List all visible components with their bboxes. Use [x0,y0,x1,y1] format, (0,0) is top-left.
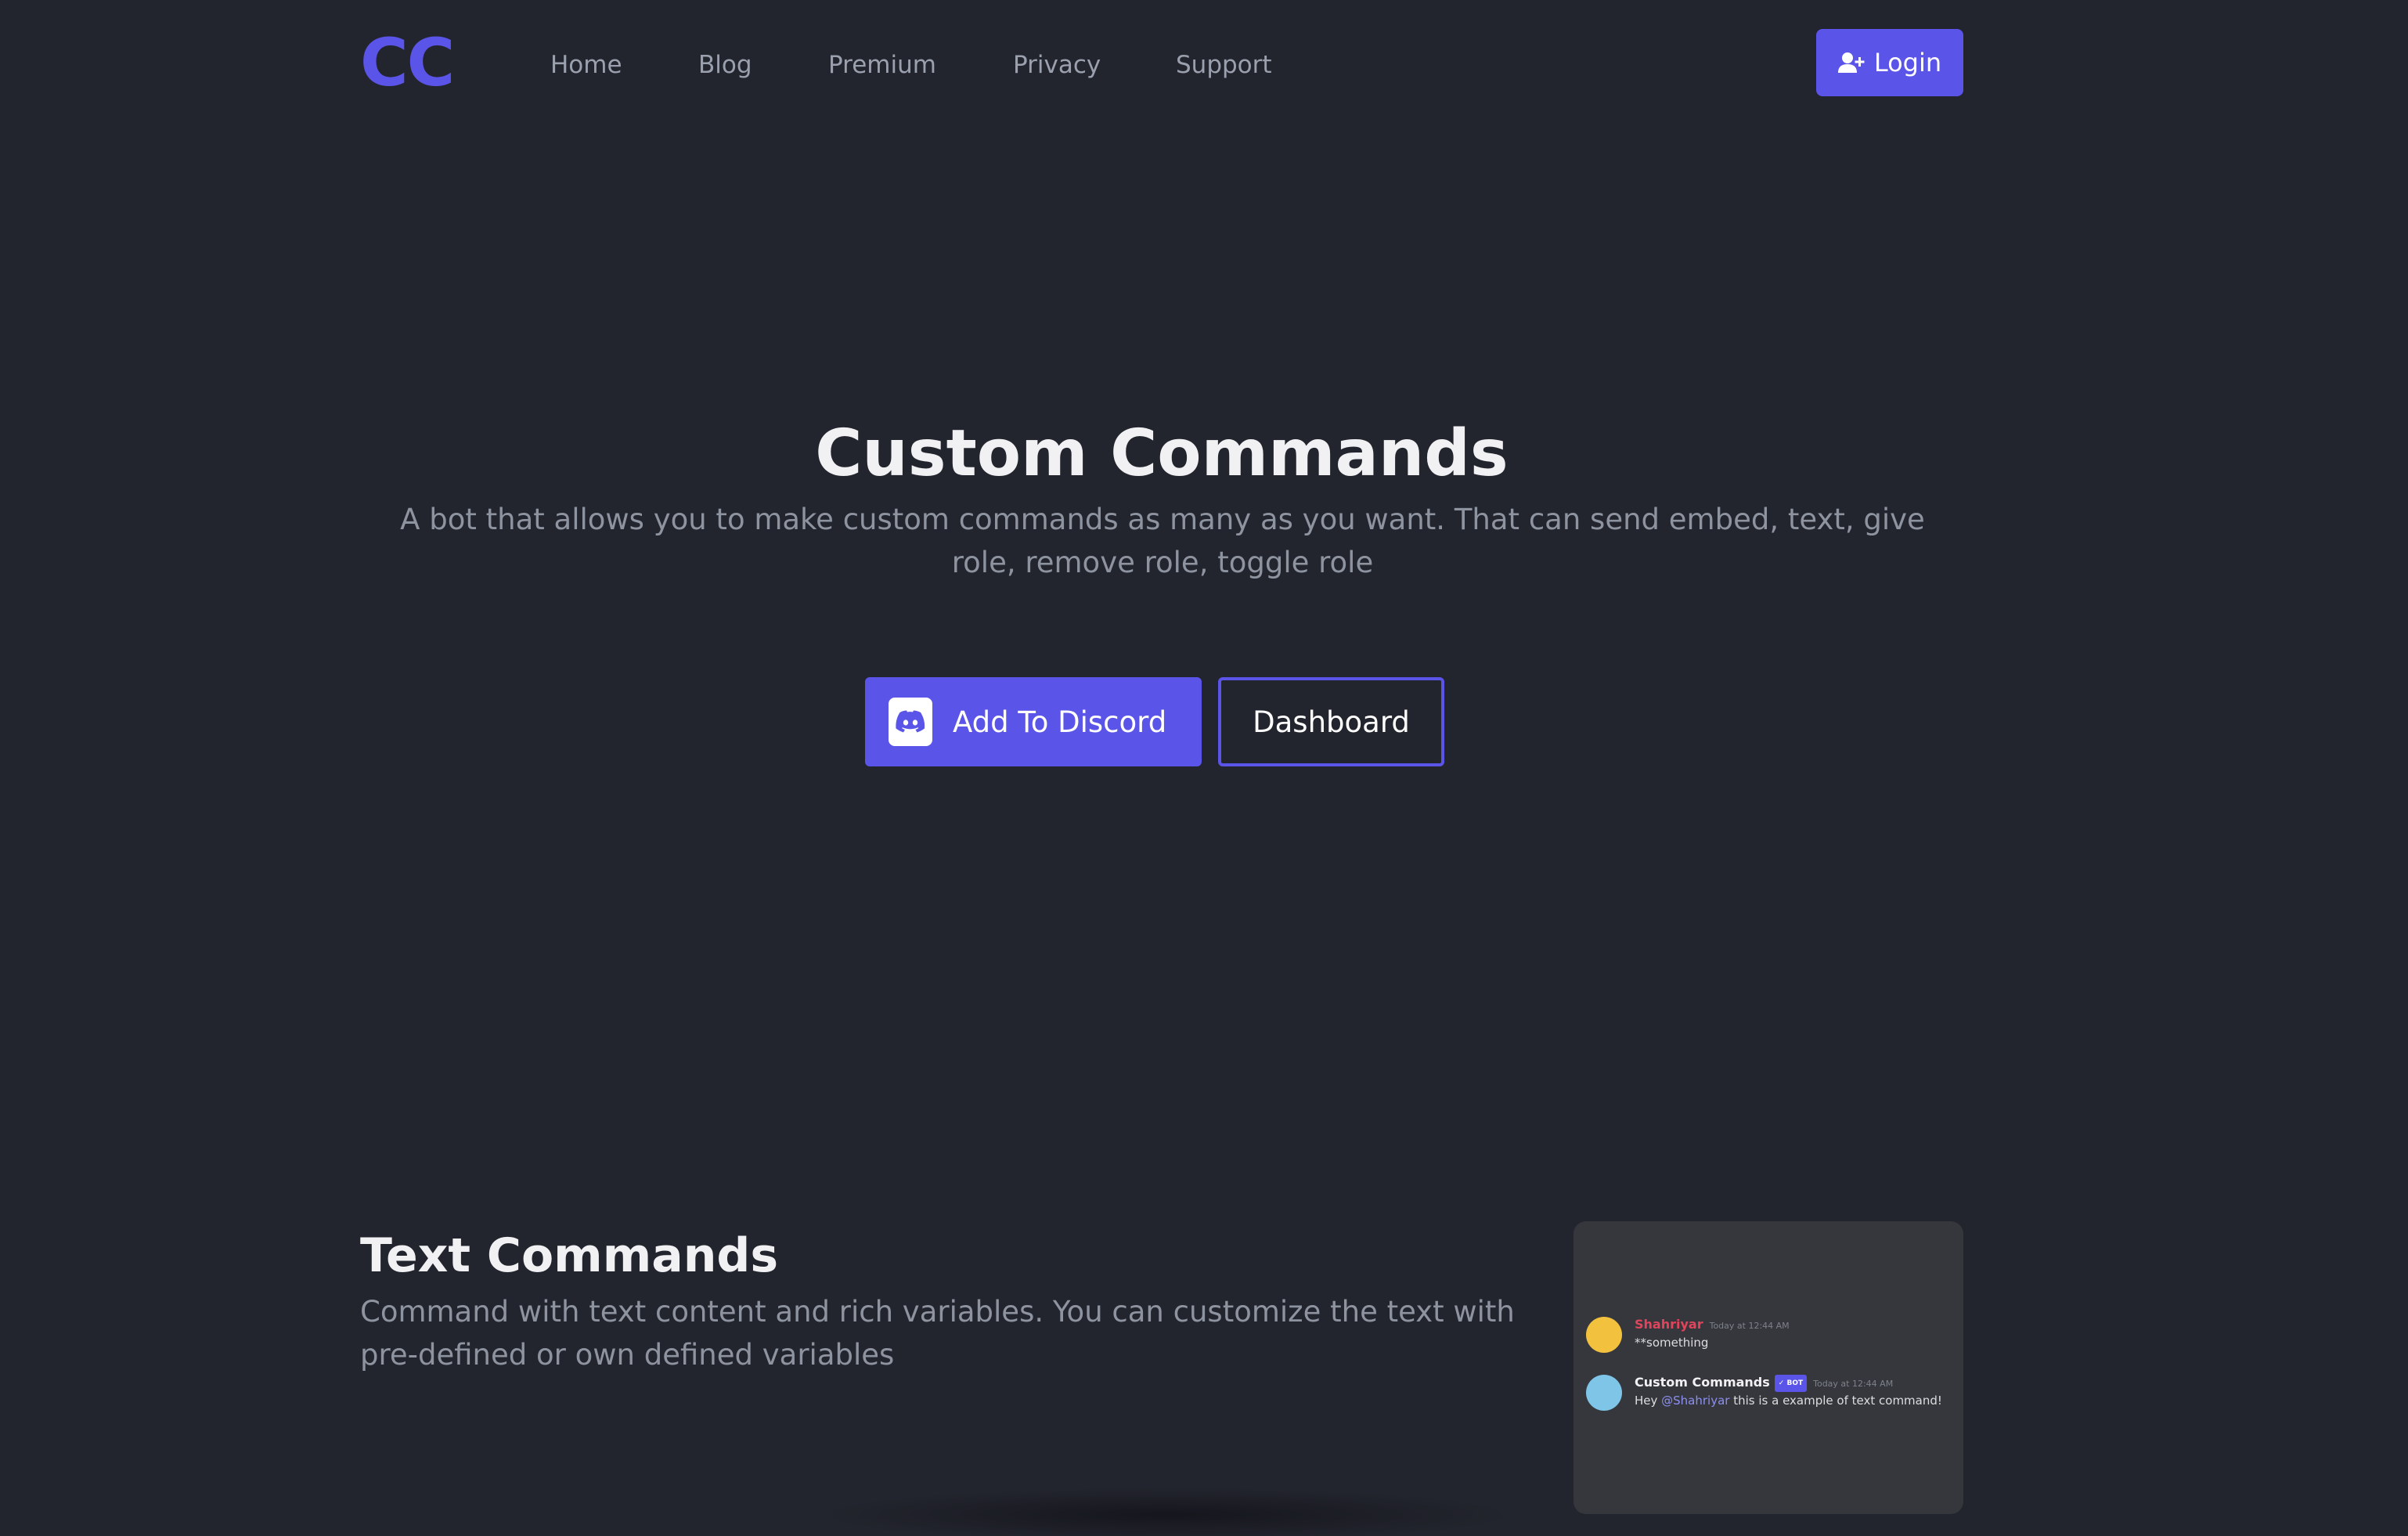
nav-premium[interactable]: Premium [828,45,936,85]
message-text-prefix: Hey [1635,1394,1662,1408]
nav-privacy[interactable]: Privacy [1013,45,1101,85]
message-text-suffix: this is a example of text command! [1729,1394,1942,1408]
feature-description: Command with text content and rich varia… [360,1295,1515,1372]
add-to-discord-label: Add To Discord [953,705,1167,739]
add-to-discord-button[interactable]: Add To Discord [865,677,1202,766]
avatar [1586,1317,1622,1353]
bot-badge: ✓ BOT [1774,1375,1808,1392]
avatar [1586,1375,1622,1411]
dashboard-button[interactable]: Dashboard [1218,677,1444,766]
message-text: Hey @Shahriyar this is a example of text… [1635,1392,1942,1409]
logo[interactable]: CC [360,23,455,102]
message-author: Custom Commands [1635,1375,1770,1390]
login-label: Login [1873,48,1942,78]
nav-home[interactable]: Home [550,45,622,85]
feature-title: Text Commands [360,1228,779,1283]
hero-title: Custom Commands [815,416,1509,491]
mention: @Shahriyar [1661,1394,1730,1408]
section-shadow [814,1487,1519,1536]
text-command-preview: Shahriyar Today at 12:44 AM **something C… [1573,1221,1963,1514]
preview-message-bot: Custom Commands ✓ BOT Today at 12:44 AM He… [1586,1375,1942,1411]
nav-blog[interactable]: Blog [698,45,752,85]
preview-message-user: Shahriyar Today at 12:44 AM **something [1586,1317,1790,1353]
page: CC Home Blog Premium Privacy Support Log… [0,0,2408,1536]
nav-support[interactable]: Support [1176,45,1272,85]
hero-subtitle: A bot that allows you to make custom com… [400,503,1925,579]
message-text: **something [1635,1336,1709,1350]
login-button[interactable]: Login [1816,29,1963,96]
message-author: Shahriyar [1635,1317,1703,1332]
message-time: Today at 12:44 AM [1813,1379,1894,1389]
discord-icon [889,698,932,746]
user-plus-icon [1837,52,1865,73]
message-time: Today at 12:44 AM [1709,1321,1790,1331]
